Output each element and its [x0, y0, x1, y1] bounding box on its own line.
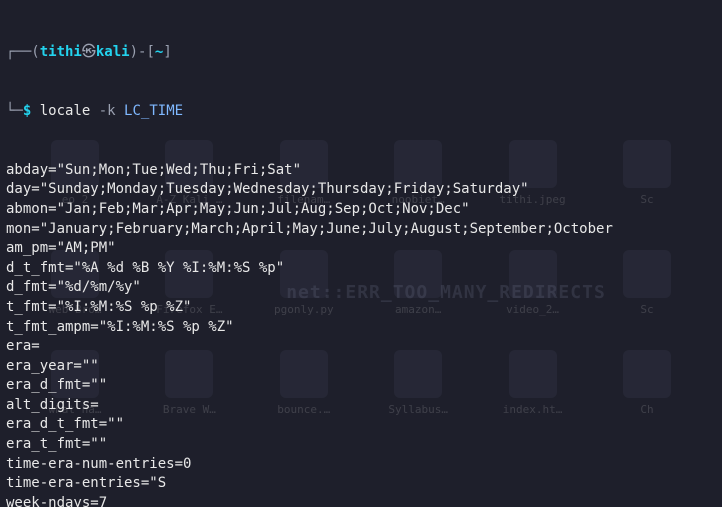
output-line: abmon="Jan;Feb;Mar;Apr;May;Jun;Jul;Aug;S…: [6, 200, 716, 220]
output-line: t_fmt_ampm="%I:%M:%S %p %Z": [6, 318, 716, 338]
output-line: mon="January;February;March;April;May;Ju…: [6, 220, 716, 240]
typed-argument: LC_TIME: [124, 103, 183, 119]
output-line: era_d_fmt="": [6, 376, 716, 396]
output-line: time-era-num-entries=0: [6, 455, 716, 475]
output-line: d_t_fmt="%A %d %B %Y %I:%M:%S %p": [6, 259, 716, 279]
output-line: abday="Sun;Mon;Tue;Wed;Thu;Fri;Sat": [6, 161, 716, 181]
prompt-at: ㉿: [82, 44, 96, 60]
output-line: am_pm="AM;PM": [6, 239, 716, 259]
prompt-prefix2: └─: [6, 103, 23, 119]
typed-command: locale: [40, 103, 91, 119]
prompt-close: ): [130, 44, 138, 60]
output-line: era_t_fmt="": [6, 435, 716, 455]
prompt-user: tithi: [40, 44, 82, 60]
output-line: week-ndays=7: [6, 494, 716, 507]
output-line: era_year="": [6, 357, 716, 377]
prompt-line-2[interactable]: └─$ locale -k LC_TIME: [6, 102, 716, 122]
output-line: alt_digits=: [6, 396, 716, 416]
output-line: time-era-entries="S: [6, 474, 716, 494]
output-line: day="Sunday;Monday;Tuesday;Wednesday;Thu…: [6, 180, 716, 200]
output-line: era=: [6, 337, 716, 357]
output-line: d_fmt="%d/%m/%y": [6, 278, 716, 298]
prompt-lbr: [: [146, 44, 154, 60]
output-line: era_d_t_fmt="": [6, 415, 716, 435]
terminal-output: abday="Sun;Mon;Tue;Wed;Thu;Fri;Sat"day="…: [6, 161, 716, 507]
terminal-window[interactable]: ┌──(tithi㉿kali)-[~] └─$ locale -k LC_TIM…: [0, 0, 722, 507]
prompt-open: ┌──(: [6, 44, 40, 60]
output-line: t_fmt="%I:%M:%S %p %Z": [6, 298, 716, 318]
prompt-rbr: ]: [163, 44, 171, 60]
prompt-line-1: ┌──(tithi㉿kali)-[~]: [6, 43, 716, 63]
prompt-host: kali: [96, 44, 130, 60]
typed-option: -k: [99, 103, 116, 119]
